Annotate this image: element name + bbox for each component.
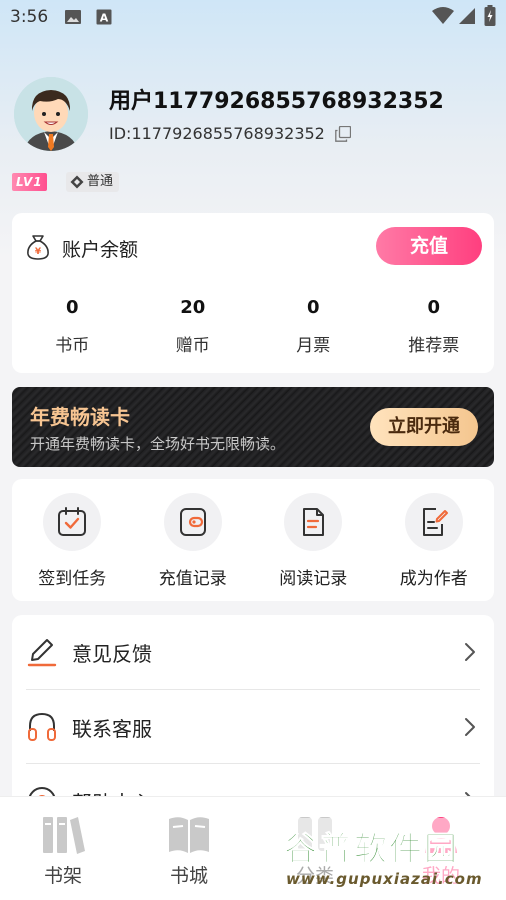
user-id-label: ID: (109, 124, 132, 143)
book-open-icon (169, 817, 209, 853)
recharge-button[interactable]: 充值 (376, 227, 482, 265)
level-badge: LV1 (12, 173, 47, 191)
stat-label: 赠币 (175, 336, 210, 356)
chevron-right-icon (465, 718, 475, 736)
action-sign-in-tasks[interactable]: 签到任务 (12, 493, 133, 589)
stat-label: 月票 (296, 336, 331, 356)
stat-label: 推荐票 (408, 336, 460, 356)
action-reading-history[interactable]: 阅读记录 (253, 493, 374, 589)
settings-menu-list: 意见反馈 联系客服 帮助中心 (12, 615, 494, 815)
battery-icon (484, 5, 496, 26)
calendar-check-icon (58, 507, 87, 536)
member-badge: 普通 (66, 172, 120, 192)
user-id-row: ID: 1177926855768932352 (109, 124, 351, 143)
tab-bookstore[interactable]: 书城 (126, 797, 252, 900)
watermark-title: 谷普软件园 (284, 829, 459, 869)
action-icon-circle (43, 493, 102, 551)
wifi-icon (432, 7, 454, 24)
stat-value: 0 (65, 297, 79, 318)
stat-value: 20 (180, 297, 206, 318)
account-balance-title: 账户余额 (62, 239, 139, 261)
avatar-cartoon-image (14, 77, 88, 151)
a-text-icon: A (96, 9, 112, 25)
action-icon-circle (163, 493, 222, 551)
stat-label: 书币 (55, 336, 90, 356)
balance-stats: 0 书币 20 赠币 0 月票 0 推荐票 (12, 297, 494, 356)
svg-text:¥: ¥ (35, 247, 42, 257)
vip-subtitle: 开通年费畅读卡，全场好书无限畅读。 (30, 435, 286, 453)
wallet-icon (179, 508, 206, 536)
status-time: 3:56 (10, 7, 49, 27)
document-icon (303, 508, 325, 536)
action-label: 签到任务 (38, 569, 107, 589)
action-recharge-records[interactable]: 充值记录 (133, 493, 254, 589)
stat-value: 0 (306, 297, 320, 318)
annual-reading-card-banner[interactable]: 年费畅读卡 开通年费畅读卡，全场好书无限畅读。 立即开通 (12, 387, 494, 467)
money-bag-icon: ¥ (27, 235, 49, 260)
menu-item-feedback[interactable]: 意见反馈 (12, 615, 494, 689)
image-icon (65, 10, 81, 24)
user-id-value: 1177926855768932352 (131, 124, 325, 143)
copy-icon[interactable] (335, 125, 351, 142)
action-icon-circle (284, 493, 343, 551)
diamond-icon (70, 175, 84, 189)
action-become-author[interactable]: 成为作者 (374, 493, 495, 589)
signal-icon (459, 8, 475, 24)
menu-item-customer-service[interactable]: 联系客服 (12, 690, 494, 764)
chevron-right-icon (465, 643, 475, 661)
stat-book-coins[interactable]: 0 书币 (12, 297, 133, 356)
account-balance-card: ¥ 账户余额 充值 0 书币 20 赠币 0 月票 0 推荐票 (12, 213, 494, 373)
tab-bookshelf[interactable]: 书架 (0, 797, 126, 900)
action-label: 成为作者 (399, 569, 468, 589)
svg-text:A: A (100, 12, 109, 25)
edit-document-icon (422, 508, 448, 536)
bookshelf-icon (43, 817, 85, 854)
watermark-url: www.gupuxiazai.com (286, 870, 483, 888)
activate-now-button[interactable]: 立即开通 (370, 408, 478, 446)
action-label: 充值记录 (158, 569, 227, 589)
avatar[interactable] (14, 77, 88, 151)
pen-icon (27, 639, 57, 667)
member-type-label: 普通 (87, 174, 114, 189)
username: 用户1177926855768932352 (109, 89, 444, 114)
stat-gift-coins[interactable]: 20 赠币 (133, 297, 254, 356)
nav-label: 书架 (43, 865, 82, 887)
stat-value: 0 (427, 297, 441, 318)
stat-monthly-tickets[interactable]: 0 月票 (253, 297, 374, 356)
action-icon-circle (404, 493, 463, 551)
site-watermark: 谷普软件园 www.gupuxiazai.com (278, 818, 504, 896)
status-bar: 3:56 A (0, 0, 506, 34)
quick-actions-card: 签到任务 充值记录 阅读记录 成为作者 (12, 479, 494, 601)
menu-item-label: 意见反馈 (72, 642, 152, 666)
action-label: 阅读记录 (279, 569, 348, 589)
menu-item-label: 联系客服 (72, 717, 152, 741)
nav-label: 书城 (169, 865, 208, 887)
stat-recommend-tickets[interactable]: 0 推荐票 (374, 297, 495, 356)
vip-title: 年费畅读卡 (30, 405, 130, 429)
headphones-icon (28, 712, 56, 741)
